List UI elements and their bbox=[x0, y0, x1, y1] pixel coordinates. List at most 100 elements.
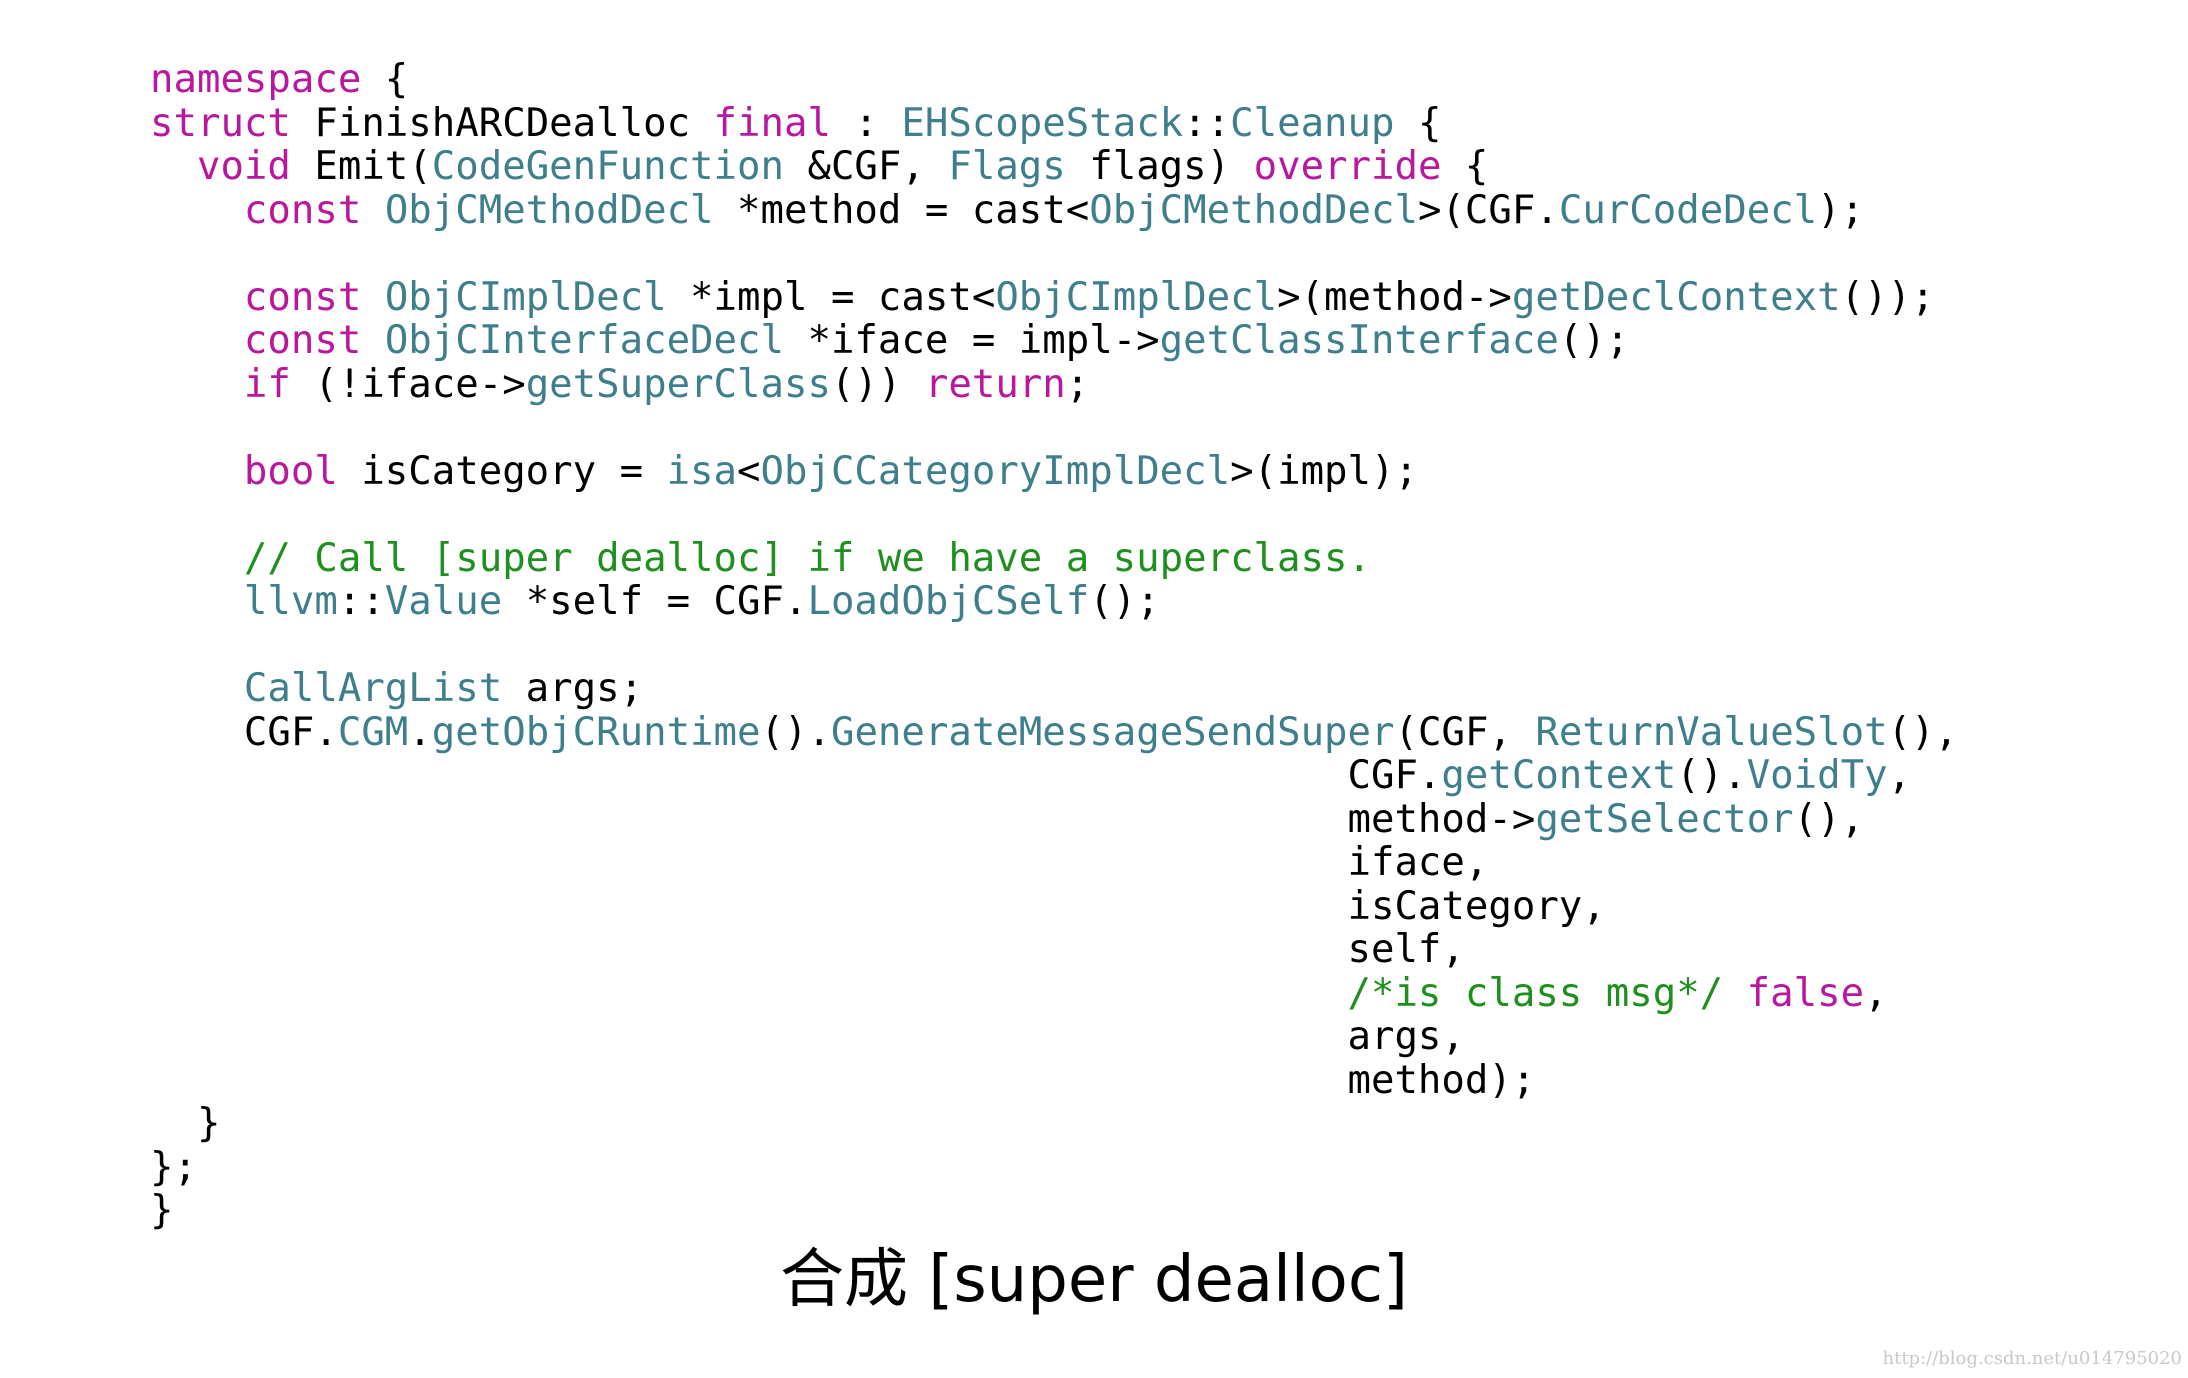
code-token: CGF. bbox=[150, 709, 338, 755]
code-token: isCategory = bbox=[337, 448, 667, 494]
code-token: (!iface-> bbox=[290, 361, 526, 407]
code-token: method); bbox=[150, 1057, 1536, 1103]
identifier-token: isa bbox=[666, 448, 738, 494]
code-line: CallArgList args; bbox=[150, 667, 1958, 711]
code-line: isCategory, bbox=[150, 883, 1958, 929]
type-token: CallArgList bbox=[243, 666, 503, 711]
code-token: (). bbox=[760, 709, 831, 755]
keyword-token: return bbox=[924, 361, 1066, 407]
code-line: llvm::Value *self = CGF.LoadObjCSelf(); bbox=[150, 580, 1958, 624]
keyword-token: const bbox=[243, 274, 362, 320]
type-token: llvm bbox=[243, 579, 338, 624]
code-token: } bbox=[150, 1101, 221, 1146]
code-token: >(method-> bbox=[1277, 274, 1512, 320]
watermark-url: http://blog.csdn.net/u014795020 bbox=[1882, 1348, 2183, 1369]
code-token: Emit( bbox=[290, 144, 432, 189]
code-line: self, bbox=[150, 928, 1958, 972]
code-token: *self = CGF. bbox=[502, 579, 808, 624]
keyword-token: bool bbox=[243, 448, 338, 494]
code-token: } bbox=[150, 1188, 174, 1233]
code-token: (); bbox=[1558, 318, 1630, 363]
keyword-token: const bbox=[243, 187, 362, 233]
code-block: namespace {struct FinishARCDealloc final… bbox=[150, 58, 1958, 1233]
type-token: ObjCMethodDecl bbox=[1089, 187, 1418, 233]
code-line: }; bbox=[150, 1144, 1958, 1190]
code-token: , bbox=[1887, 753, 1912, 798]
keyword-token: struct bbox=[150, 100, 291, 146]
identifier-token: GenerateMessageSendSuper bbox=[830, 709, 1395, 755]
code-line: const ObjCMethodDecl *method = cast<ObjC… bbox=[150, 187, 1958, 233]
code-line: method->getSelector(), bbox=[150, 796, 1958, 842]
code-token: &CGF, bbox=[783, 144, 949, 189]
code-token: :: bbox=[337, 579, 385, 624]
type-token: ObjCMethodDecl bbox=[384, 187, 714, 233]
code-token: < bbox=[737, 448, 761, 494]
code-line: /*is class msg*/ false, bbox=[150, 970, 1958, 1016]
code-line: struct FinishARCDealloc final : EHScopeS… bbox=[150, 100, 1958, 146]
keyword-token: false bbox=[1746, 970, 1865, 1016]
type-token: ObjCCategoryImplDecl bbox=[760, 448, 1231, 494]
code-token: >(CGF. bbox=[1417, 187, 1559, 233]
code-token: { bbox=[361, 57, 409, 102]
code-token: (). bbox=[1676, 753, 1747, 798]
slide-caption: 合成 [super dealloc] bbox=[780, 1243, 1408, 1317]
comment-token: /*is class msg*/ bbox=[1347, 970, 1724, 1016]
code-token: method-> bbox=[150, 796, 1536, 842]
code-token: (); bbox=[1089, 579, 1160, 624]
keyword-token: override bbox=[1253, 144, 1442, 189]
code-token: *impl = cast< bbox=[666, 274, 996, 320]
code-token: ; bbox=[1065, 361, 1090, 407]
keyword-token: if bbox=[243, 361, 291, 407]
code-token: CGF. bbox=[150, 753, 1442, 798]
code-token: . bbox=[408, 709, 432, 755]
code-line: // Call [super dealloc] if we have a sup… bbox=[150, 536, 1958, 581]
code-token: :: bbox=[1183, 100, 1231, 146]
code-token: flags) bbox=[1065, 144, 1254, 189]
keyword-token: final bbox=[713, 100, 831, 146]
identifier-token: getDeclContext bbox=[1511, 274, 1841, 320]
identifier-token: getClassInterface bbox=[1159, 318, 1559, 363]
code-line: if (!iface->getSuperClass()) return; bbox=[150, 361, 1958, 407]
type-token: Cleanup bbox=[1230, 100, 1395, 146]
code-line: args, bbox=[150, 1015, 1958, 1059]
keyword-token: const bbox=[243, 318, 362, 363]
code-line: CGF.CGM.getObjCRuntime().GenerateMessage… bbox=[150, 709, 1959, 755]
code-line: } bbox=[150, 1189, 1958, 1233]
code-token: self, bbox=[150, 927, 1465, 972]
type-token: ObjCImplDecl bbox=[995, 274, 1278, 320]
identifier-token: getSuperClass bbox=[525, 361, 831, 407]
code-token: isCategory, bbox=[150, 883, 1606, 929]
code-token: args, bbox=[150, 1014, 1465, 1059]
code-token: *method = cast< bbox=[713, 187, 1090, 233]
code-line: iface, bbox=[150, 841, 1958, 885]
identifier-token: getContext bbox=[1441, 753, 1677, 798]
code-token: args; bbox=[502, 666, 644, 711]
identifier-token: getSelector bbox=[1535, 796, 1794, 842]
code-token: ()) bbox=[830, 361, 925, 407]
code-token: (), bbox=[1887, 709, 1959, 755]
identifier-token: getObjCRuntime bbox=[431, 709, 761, 755]
identifier-token: VoidTy bbox=[1746, 753, 1888, 798]
code-line: const ObjCImplDecl *impl = cast<ObjCImpl… bbox=[150, 274, 1958, 320]
type-token: EHScopeStack bbox=[901, 100, 1184, 146]
code-token: ); bbox=[1817, 187, 1865, 233]
code-token: }; bbox=[150, 1144, 197, 1190]
type-token: CodeGenFunction bbox=[431, 144, 784, 189]
type-token: Value bbox=[384, 579, 503, 624]
keyword-token: namespace bbox=[150, 57, 362, 102]
code-line: CGF.getContext().VoidTy, bbox=[150, 754, 1958, 798]
